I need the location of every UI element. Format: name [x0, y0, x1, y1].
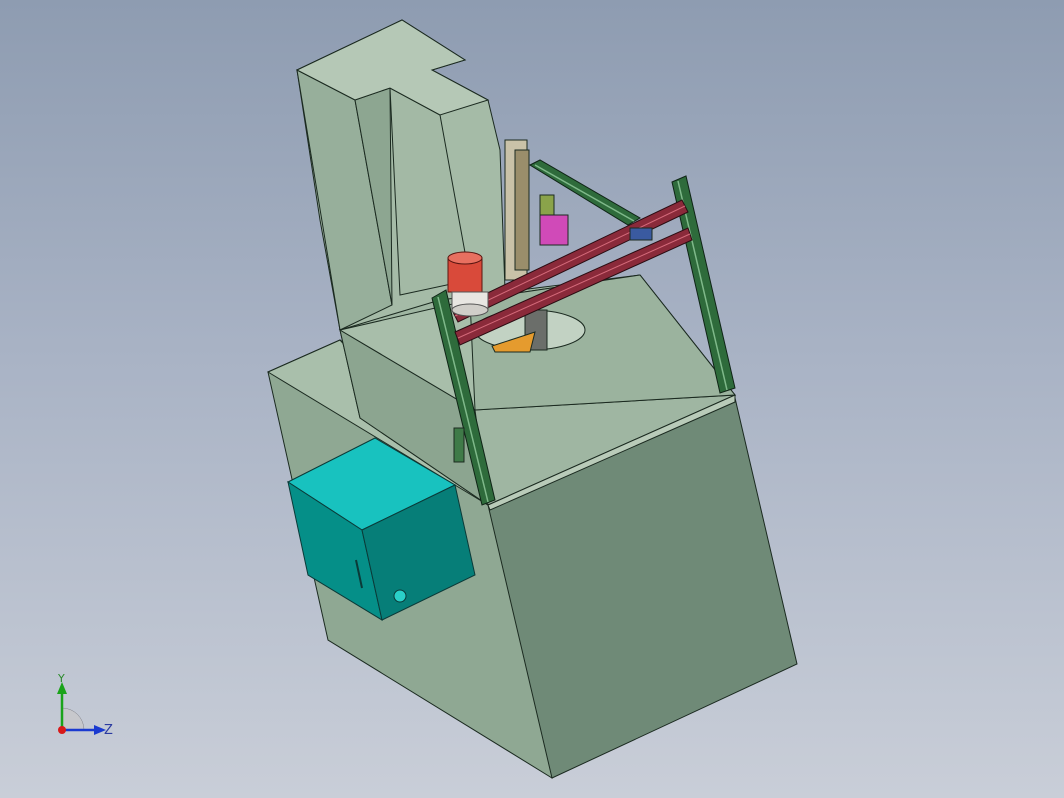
side-bracket [453, 427, 465, 463]
triad-sector-icon [61, 707, 85, 731]
warning-lamp [447, 251, 489, 317]
cad-viewport[interactable]: Y Z [0, 0, 1064, 798]
axis-triad: Y Z [57, 672, 113, 738]
machine-model[interactable] [0, 0, 1064, 798]
cabinet-knob-icon [393, 589, 407, 603]
z-axis-label: Z [104, 723, 113, 738]
y-axis-label: Y [57, 672, 65, 685]
triad-origin-icon [58, 726, 66, 734]
